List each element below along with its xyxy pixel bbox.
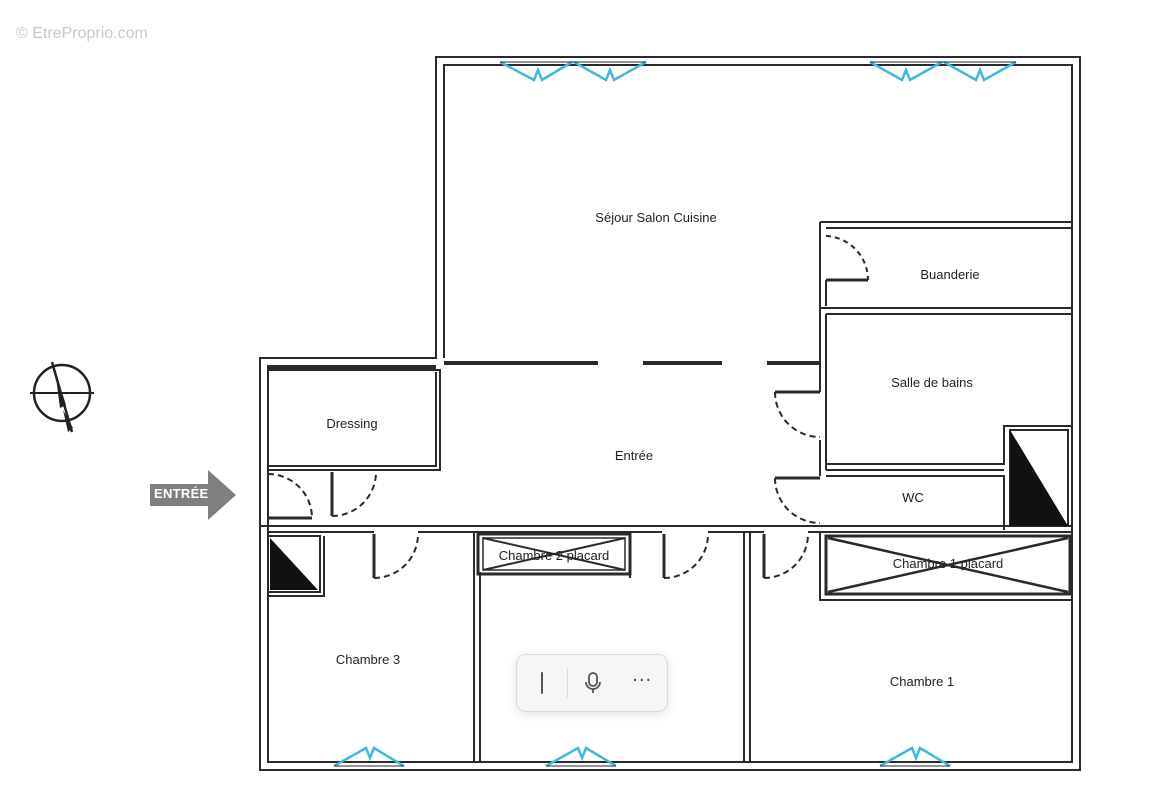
microphone-button[interactable] <box>568 655 618 711</box>
entree-label: Entrée <box>615 448 653 463</box>
microphone-icon <box>584 672 601 693</box>
salle-de-bains-label: Salle de bains <box>891 375 973 390</box>
buanderie-walls <box>819 221 1072 366</box>
floating-toolbar: ··· <box>516 654 668 712</box>
chambre1-label: Chambre 1 <box>890 674 954 689</box>
entrance-label: ENTRÉE <box>154 486 209 501</box>
dressing-label: Dressing <box>326 416 377 431</box>
bathroom-door <box>774 390 821 438</box>
front-door <box>267 473 313 520</box>
wc-door <box>774 476 821 524</box>
compass-icon <box>30 361 94 433</box>
buanderie-label: Buanderie <box>920 267 979 282</box>
corridor-bottom-wall <box>260 525 820 533</box>
chambre1-door <box>762 533 809 579</box>
dressing-door <box>330 471 377 517</box>
text-cursor-icon <box>540 672 543 694</box>
buanderie-door <box>825 235 870 282</box>
chambre2-placard-label: Chambre 2 placard <box>499 548 610 563</box>
text-cursor-button[interactable] <box>517 655 567 711</box>
sejour-label: Séjour Salon Cuisine <box>595 210 716 225</box>
chambre3-door <box>372 533 419 579</box>
chambre1-placard-label: Chambre 1 placard <box>893 556 1004 571</box>
chambre3-duct <box>270 538 318 590</box>
more-icon: ··· <box>632 669 653 691</box>
wc-duct <box>1010 430 1068 526</box>
chambre3-label: Chambre 3 <box>336 652 400 667</box>
wc-label: WC <box>902 490 924 505</box>
chambre2-walls <box>629 532 751 762</box>
chambre2-door <box>662 533 709 579</box>
more-options-button[interactable]: ··· <box>617 655 667 711</box>
